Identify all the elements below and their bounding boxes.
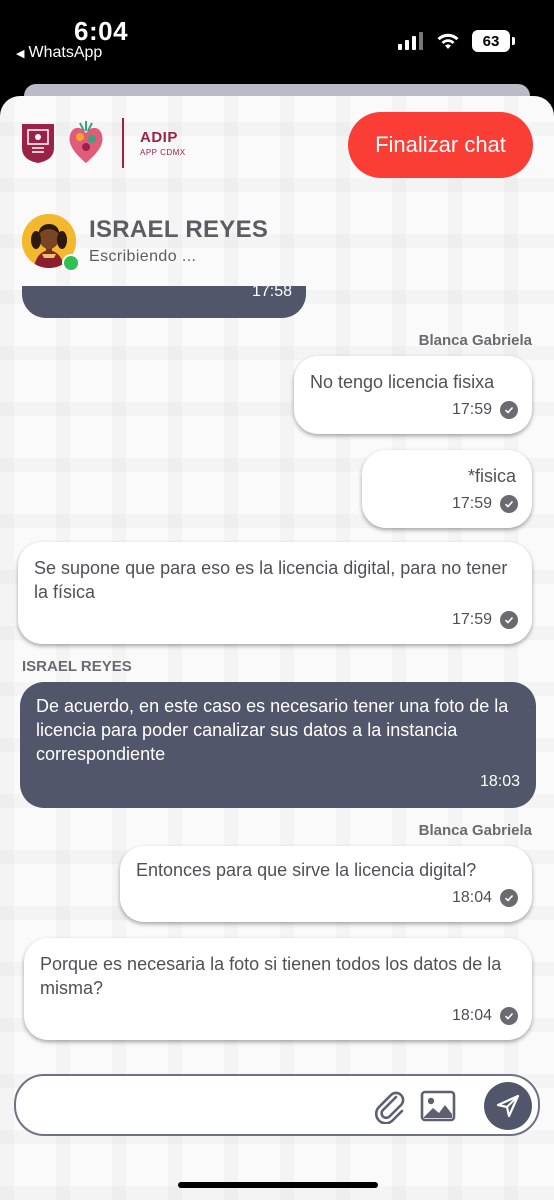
chat-window: ADIP APP CDMX Finalizar chat ISRAEL REYE… — [0, 96, 554, 1200]
message-time: 17:58 — [251, 286, 292, 300]
message-meta: 17:58 — [252, 286, 292, 304]
battery-icon: 63 — [472, 30, 515, 52]
message-text: Entonces para que sirve la licencia digi… — [136, 860, 477, 880]
message-list[interactable]: 17:58 Blanca Gabriela No tengo licencia … — [0, 286, 554, 1056]
message-meta: 17:59 — [452, 492, 518, 516]
read-check-icon — [500, 889, 518, 907]
chat-header: ADIP APP CDMX Finalizar chat — [0, 96, 554, 208]
read-check-icon — [500, 495, 518, 513]
status-indicators: 63 — [398, 30, 515, 52]
send-icon — [496, 1094, 520, 1118]
contact-info: ISRAEL REYES Escribiendo ... — [22, 212, 542, 276]
status-time: 6:04 — [74, 16, 129, 46]
status-bar: 6:04 ◀ WhatsApp 63 — [0, 0, 554, 84]
message-bubble-outgoing: No tengo licencia fisixa 17:59 — [294, 356, 532, 434]
home-indicator — [178, 1182, 378, 1188]
message-bubble-incoming: De acuerdo, en este caso es necesario te… — [20, 682, 536, 808]
message-time: 18:04 — [451, 889, 492, 906]
message-bubble-outgoing: Porque es necesaria la foto si tienen to… — [24, 938, 532, 1040]
read-check-icon — [500, 1007, 518, 1025]
brand-subtitle: APP CDMX — [140, 148, 186, 157]
paperclip-icon[interactable] — [372, 1088, 408, 1124]
online-status-dot — [62, 254, 80, 272]
message-text: *fisica — [467, 466, 516, 486]
wifi-icon — [437, 33, 459, 49]
sender-name: Blanca Gabriela — [418, 332, 532, 349]
brand-title: ADIP — [140, 129, 178, 146]
message-bubble-outgoing: *fisica 17:59 — [362, 450, 532, 528]
message-time: 17:59 — [451, 401, 492, 418]
cdmx-shield-icon — [22, 124, 54, 163]
message-bubble-outgoing: Se supone que para eso es la licencia di… — [18, 542, 532, 644]
message-time: 18:04 — [451, 1007, 492, 1024]
message-time: 17:59 — [451, 611, 492, 628]
contact-name: ISRAEL REYES — [89, 216, 269, 243]
message-text: De acuerdo, en este caso es necesario te… — [36, 696, 509, 764]
message-time: 17:59 — [451, 495, 492, 512]
image-icon[interactable] — [420, 1090, 456, 1122]
message-input[interactable] — [34, 1086, 354, 1124]
back-to-app-link[interactable]: ◀ WhatsApp — [16, 44, 102, 62]
back-app-label: WhatsApp — [28, 44, 103, 61]
typing-status: Escribiendo ... — [89, 248, 197, 265]
message-meta: 18:03 — [480, 770, 520, 794]
message-input-bar — [14, 1074, 540, 1136]
message-text: No tengo licencia fisixa — [310, 372, 495, 392]
sender-name: Blanca Gabriela — [418, 822, 532, 839]
send-button[interactable] — [484, 1082, 532, 1130]
message-bubble-incoming: 17:58 — [22, 286, 306, 318]
heart-emblem-icon — [69, 121, 103, 163]
message-time: 18:03 — [479, 773, 520, 790]
message-meta: 18:04 — [452, 886, 518, 910]
read-check-icon — [500, 401, 518, 419]
brand-logo: ADIP APP CDMX — [20, 118, 186, 168]
message-meta: 17:59 — [452, 398, 518, 422]
message-meta: 18:04 — [452, 1004, 518, 1028]
signal-icon — [398, 32, 423, 50]
end-chat-button[interactable]: Finalizar chat — [348, 112, 533, 178]
message-text: Porque es necesaria la foto si tienen to… — [40, 954, 502, 998]
message-meta: 17:59 — [452, 608, 518, 632]
logo-divider — [122, 118, 124, 168]
sender-name: ISRAEL REYES — [22, 658, 132, 675]
brand-text: ADIP APP CDMX — [140, 129, 186, 157]
message-bubble-outgoing: Entonces para que sirve la licencia digi… — [120, 846, 532, 922]
back-arrow-icon: ◀ — [16, 47, 25, 60]
read-check-icon — [500, 611, 518, 629]
message-text: Se supone que para eso es la licencia di… — [34, 558, 508, 602]
battery-level: 63 — [482, 32, 500, 50]
